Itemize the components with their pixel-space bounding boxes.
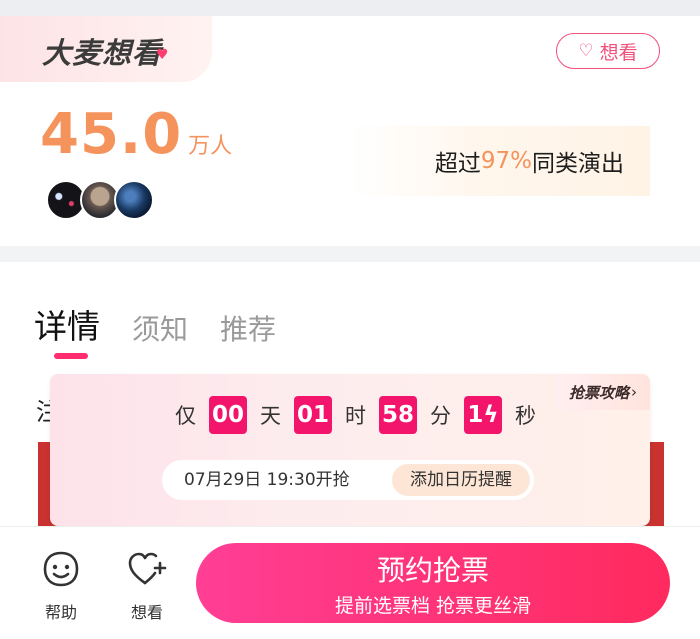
heart-outline-icon: ♡ <box>578 41 594 61</box>
help-smiley-icon <box>43 551 79 587</box>
reserve-ticket-sublabel: 提前选票档 抢票更丝滑 <box>334 595 532 617</box>
want-count-unit: 万人 <box>188 134 233 159</box>
exceed-prefix: 超过 <box>434 151 481 177</box>
want-bottom-button[interactable]: 想看 <box>117 549 177 623</box>
avatar <box>114 180 154 220</box>
brand-heart-icon: ♥ <box>156 47 170 63</box>
countdown-days-unit: 天 <box>260 404 281 428</box>
exceed-suffix: 同类演出 <box>532 151 624 177</box>
exceed-percent: 97% <box>480 148 532 174</box>
want-card: 大麦想看♥ ♡ 想看 45.0 万人 超过 97% 同类演出 <box>0 16 700 246</box>
tab-active-indicator <box>54 353 88 359</box>
chevron-right-icon: › <box>631 383 637 401</box>
start-time-pill: 07月29日 19:30开抢 添加日历提醒 <box>162 460 534 500</box>
countdown-seconds-unit: 秒 <box>515 404 536 428</box>
tab-details[interactable]: 详情 <box>34 300 100 348</box>
tab-bar: 详情 须知 推荐 <box>34 300 308 348</box>
countdown-prefix: 仅 <box>175 404 196 428</box>
countdown-popup: 仅 00 天 01 时 58 分 1ϟ 秒 抢票攻略 › 07月29日 19:30… <box>50 374 650 526</box>
heart-plus-icon <box>128 552 167 585</box>
want-count-number: 45.0 <box>40 102 183 167</box>
countdown-hours-unit: 时 <box>345 404 366 428</box>
reserve-ticket-button[interactable]: 预约抢票 提前选票档 抢票更丝滑 <box>196 543 670 623</box>
add-calendar-button[interactable]: 添加日历提醒 <box>392 464 530 496</box>
start-time: 07月29日 19:30开抢 <box>184 470 350 490</box>
brand-title-text: 大麦想看 <box>42 36 163 70</box>
avatar-stack <box>46 180 156 220</box>
want-count: 45.0 万人 <box>40 102 232 167</box>
tab-notice[interactable]: 须知 <box>132 308 188 348</box>
tab-recommend[interactable]: 推荐 <box>220 308 276 348</box>
exceed-badge: 超过 97% 同类演出 <box>350 126 650 196</box>
bottom-bar: 帮助 想看 预约抢票 提前选票档 抢票更丝滑 <box>0 526 700 639</box>
want-button[interactable]: ♡ 想看 <box>556 33 660 69</box>
help-button[interactable]: 帮助 <box>31 549 91 623</box>
ticket-guide-label: 抢票攻略 <box>568 383 629 402</box>
brand-title: 大麦想看♥ <box>42 30 170 72</box>
countdown-minutes-unit: 分 <box>430 404 451 428</box>
ticket-guide-link[interactable]: 抢票攻略 › <box>556 374 650 410</box>
reserve-ticket-label: 预约抢票 <box>376 554 489 587</box>
top-strip <box>0 0 700 16</box>
want-button-label: 想看 <box>599 41 638 64</box>
countdown-days: 00 <box>209 396 247 434</box>
want-bottom-label: 想看 <box>130 603 163 622</box>
countdown-hours: 01 <box>294 396 332 434</box>
countdown-minutes: 58 <box>379 396 417 434</box>
countdown-timer: 仅 00 天 01 时 58 分 1ϟ 秒 <box>162 396 549 434</box>
countdown-seconds: 1ϟ <box>464 396 502 434</box>
help-label: 帮助 <box>44 603 77 622</box>
brand-tab: 大麦想看♥ <box>0 16 212 82</box>
